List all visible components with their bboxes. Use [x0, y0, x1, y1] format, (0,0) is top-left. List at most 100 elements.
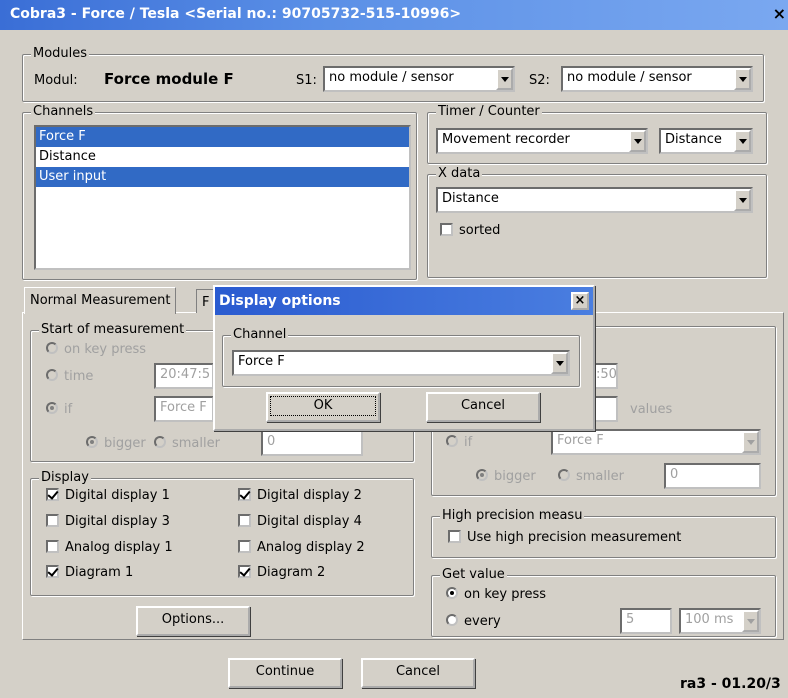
cancel-button[interactable]: Cancel: [361, 658, 475, 688]
window-title: Cobra3 - Force / Tesla <Serial no.: 9070…: [10, 6, 462, 22]
stop-if-radio[interactable]: if: [446, 435, 472, 450]
channel-item-force[interactable]: Force F: [36, 127, 409, 147]
start-legend: Start of measurement: [39, 322, 187, 338]
radio-icon[interactable]: [558, 469, 570, 481]
diagram-1-checkbox[interactable]: Diagram 1: [46, 565, 133, 580]
getvalue-every-field[interactable]: 5: [620, 608, 672, 634]
start-bigger-radio[interactable]: bigger: [86, 436, 146, 451]
chevron-down-icon[interactable]: [734, 189, 751, 211]
start-time-label: time: [64, 369, 94, 384]
getvalue-interval-select[interactable]: 100 ms: [679, 608, 761, 634]
check-icon[interactable]: [46, 565, 59, 578]
stop-if-label: if: [464, 435, 473, 450]
digital-display-4-checkbox[interactable]: Digital display 4: [238, 514, 362, 529]
channel-item-distance[interactable]: Distance: [36, 147, 409, 167]
version-label: ra3 - 01.20/3: [680, 676, 781, 692]
xdata-select[interactable]: Distance: [436, 187, 753, 213]
display-legend: Display: [39, 470, 91, 486]
radio-icon[interactable]: [446, 435, 458, 447]
radio-icon[interactable]: [476, 469, 488, 481]
start-time-radio[interactable]: time: [46, 369, 93, 384]
dialog-ok-button[interactable]: OK: [266, 392, 380, 422]
check-icon[interactable]: [238, 540, 251, 553]
stop-bigger-label: bigger: [494, 469, 536, 484]
check-icon[interactable]: [46, 514, 59, 527]
analog-display-2-checkbox[interactable]: Analog display 2: [238, 540, 365, 555]
display-item-label: Digital display 3: [65, 514, 170, 529]
check-icon[interactable]: [238, 514, 251, 527]
radio-icon[interactable]: [446, 587, 458, 599]
check-icon[interactable]: [238, 565, 251, 578]
stop-threshold-field[interactable]: 0: [664, 463, 761, 489]
dialog-cancel-button[interactable]: Cancel: [426, 392, 540, 422]
getvalue-every-label: every: [464, 614, 501, 629]
dialog-close-icon[interactable]: ×: [571, 292, 589, 310]
start-smaller-label: smaller: [172, 436, 220, 451]
chevron-down-icon[interactable]: [734, 68, 751, 90]
start-threshold-field[interactable]: 0: [261, 430, 363, 456]
chevron-down-icon[interactable]: [734, 130, 751, 152]
radio-icon[interactable]: [46, 402, 58, 414]
radio-icon[interactable]: [86, 436, 98, 448]
channel-item-user-input[interactable]: User input: [36, 167, 409, 187]
analog-display-1-checkbox[interactable]: Analog display 1: [46, 540, 173, 555]
radio-icon[interactable]: [46, 369, 58, 381]
start-smaller-radio[interactable]: smaller: [154, 436, 220, 451]
dialog-channel-select[interactable]: Force F: [232, 350, 570, 376]
display-item-label: Analog display 2: [257, 540, 365, 555]
s2-select[interactable]: no module / sensor: [561, 66, 753, 92]
start-time-field[interactable]: 20:47:5: [154, 363, 214, 389]
check-icon[interactable]: [238, 488, 251, 501]
tab-normal-measurement[interactable]: Normal Measurement: [24, 287, 177, 314]
stop-smaller-label: smaller: [576, 469, 624, 484]
display-item-label: Analog display 1: [65, 540, 173, 555]
window-close-icon[interactable]: ×: [773, 4, 786, 23]
highprec-label: Use high precision measurement: [467, 530, 682, 545]
dialog-title: Display options: [219, 293, 341, 309]
getvalue-on-key-radio[interactable]: on key press: [446, 587, 546, 602]
modules-legend: Modules: [31, 46, 90, 62]
start-on-key-radio[interactable]: on key press: [46, 342, 146, 357]
stop-smaller-radio[interactable]: smaller: [558, 469, 624, 484]
start-if-label: if: [64, 402, 73, 417]
chevron-down-icon[interactable]: [496, 68, 513, 90]
radio-icon[interactable]: [446, 614, 458, 626]
tab-normal-label: Normal Measurement: [30, 293, 171, 308]
s1-select[interactable]: no module / sensor: [323, 66, 515, 92]
check-icon[interactable]: [46, 488, 59, 501]
options-button[interactable]: Options...: [136, 606, 250, 636]
start-if-field[interactable]: Force F: [154, 396, 214, 422]
check-icon[interactable]: [448, 530, 461, 543]
radio-icon[interactable]: [154, 436, 166, 448]
sorted-check-box[interactable]: [440, 223, 453, 236]
highprec-checkbox[interactable]: Use high precision measurement: [448, 530, 681, 545]
chevron-down-icon[interactable]: [629, 130, 646, 152]
stop-if-value: Force F: [557, 433, 604, 448]
diagram-2-checkbox[interactable]: Diagram 2: [238, 565, 325, 580]
s2-label: S2:: [529, 73, 550, 88]
check-icon[interactable]: [46, 540, 59, 553]
digital-display-3-checkbox[interactable]: Digital display 3: [46, 514, 170, 529]
timer-unit-select[interactable]: Distance: [659, 128, 753, 154]
continue-button[interactable]: Continue: [228, 658, 342, 688]
digital-display-1-checkbox[interactable]: Digital display 1: [46, 488, 170, 503]
radio-icon[interactable]: [46, 342, 58, 354]
dialog-ok-label: OK: [270, 396, 376, 416]
display-item-label: Diagram 2: [257, 565, 326, 580]
display-item-label: Digital display 1: [65, 488, 170, 503]
sorted-checkbox[interactable]: sorted: [440, 223, 500, 238]
start-if-value: Force F: [160, 400, 207, 415]
channels-list[interactable]: Force F Distance User input: [34, 125, 411, 270]
window-titlebar: Cobra3 - Force / Tesla <Serial no.: 9070…: [0, 0, 788, 30]
start-if-radio[interactable]: if: [46, 402, 72, 417]
stop-bigger-radio[interactable]: bigger: [476, 469, 536, 484]
getvalue-every-value: 5: [626, 612, 635, 627]
digital-display-2-checkbox[interactable]: Digital display 2: [238, 488, 362, 503]
chevron-down-icon[interactable]: [742, 610, 759, 632]
chevron-down-icon[interactable]: [551, 352, 568, 374]
stop-if-select[interactable]: Force F: [551, 429, 761, 455]
stop-time-value: :50: [596, 367, 617, 382]
timer-mode-select[interactable]: Movement recorder: [436, 128, 648, 154]
chevron-down-icon[interactable]: [742, 431, 759, 453]
getvalue-every-radio[interactable]: every: [446, 614, 501, 629]
